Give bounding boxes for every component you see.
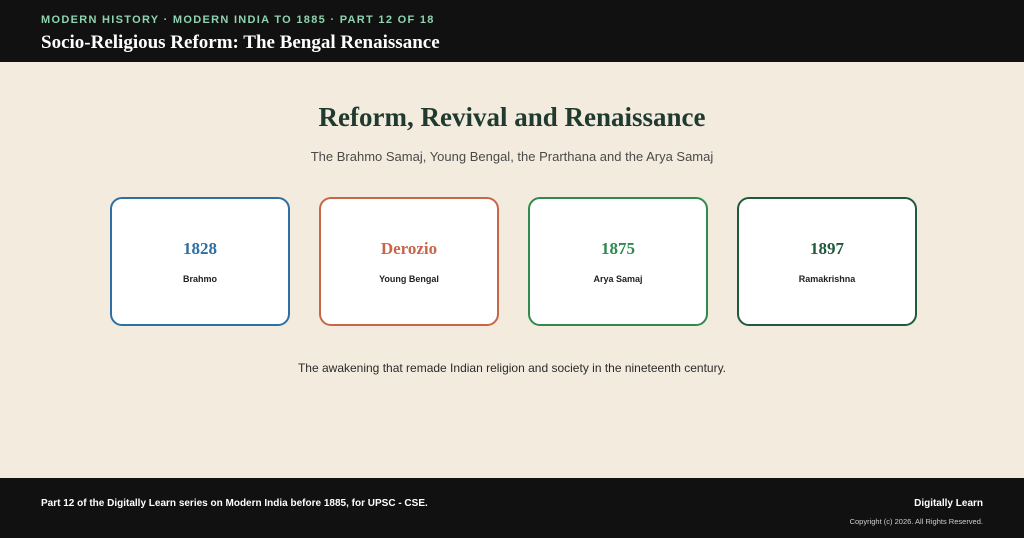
main-heading: Reform, Revival and Renaissance: [318, 102, 706, 132]
header-bar: MODERN HISTORY · MODERN INDIA TO 1885 · …: [0, 0, 1024, 62]
card-label: Arya Samaj: [593, 274, 643, 284]
card-arya-samaj: 1875 Arya Samaj: [528, 197, 708, 326]
card-value: 1828: [183, 239, 217, 258]
card-brahmo: 1828 Brahmo: [110, 197, 290, 326]
series-eyebrow: MODERN HISTORY · MODERN INDIA TO 1885 · …: [41, 14, 435, 26]
card-value: 1897: [810, 239, 844, 258]
footer-copyright: Copyright (c) 2026. All Rights Reserved.: [849, 517, 983, 526]
card-value: Derozio: [380, 239, 438, 258]
card-label: Ramakrishna: [798, 274, 856, 284]
page-title: Socio-Religious Reform: The Bengal Renai…: [41, 32, 440, 53]
card-row: 1828 Brahmo Derozio Young Bengal 1875 Ar…: [110, 197, 919, 327]
footer-brand: Digitally Learn: [914, 498, 983, 509]
card-ramakrishna: 1897 Ramakrishna: [737, 197, 917, 326]
tagline: The awakening that remade Indian religio…: [297, 361, 727, 375]
card-value: 1875: [601, 239, 635, 258]
footer-series-text: Part 12 of the Digitally Learn series on…: [41, 498, 428, 509]
card-label: Young Bengal: [379, 274, 439, 284]
card-label: Brahmo: [182, 274, 217, 284]
card-young-bengal: Derozio Young Bengal: [319, 197, 499, 326]
subheading: The Brahmo Samaj, Young Bengal, the Prar…: [310, 149, 714, 164]
footer-bar: Part 12 of the Digitally Learn series on…: [0, 478, 1024, 538]
